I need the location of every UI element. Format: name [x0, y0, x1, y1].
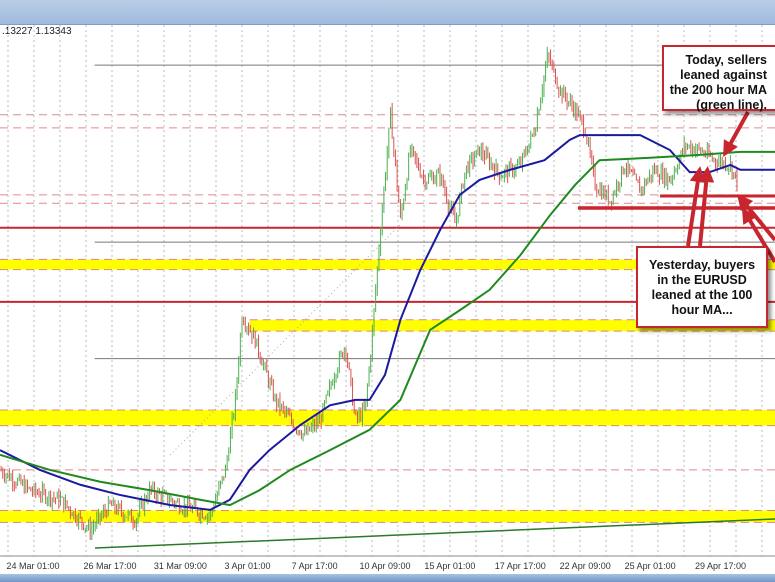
candles [0, 46, 738, 541]
sellers-callout: Today, sellers leaned against the 200 ho… [662, 45, 775, 112]
annotation-arrow [723, 111, 750, 158]
x-tick-label: 26 Mar 17:00 [83, 561, 136, 571]
buyers-callout: Yesterday, buyers in the EURUSD leaned a… [636, 246, 768, 328]
annotation-arrow [686, 166, 706, 247]
x-tick-label: 29 Apr 17:00 [695, 561, 746, 571]
x-tick-label: 15 Apr 01:00 [424, 561, 475, 571]
x-tick-label: 22 Apr 09:00 [560, 561, 611, 571]
window-statusbar [0, 574, 775, 582]
x-axis: 24 Mar 01:00 26 Mar 17:00 31 Mar 09:00 3 Ap… [0, 555, 775, 571]
trendline [94, 518, 775, 549]
x-tick-label: 31 Mar 09:00 [154, 561, 207, 571]
x-tick-label: 25 Apr 01:00 [625, 561, 676, 571]
x-tick-label: 3 Apr 01:00 [224, 561, 270, 571]
x-tick-label: 24 Mar 01:00 [6, 561, 59, 571]
x-tick-label: 7 Apr 17:00 [292, 561, 338, 571]
x-tick-label: 10 Apr 09:00 [359, 561, 410, 571]
x-tick-label: 17 Apr 17:00 [495, 561, 546, 571]
annotation-arrow [698, 166, 715, 247]
